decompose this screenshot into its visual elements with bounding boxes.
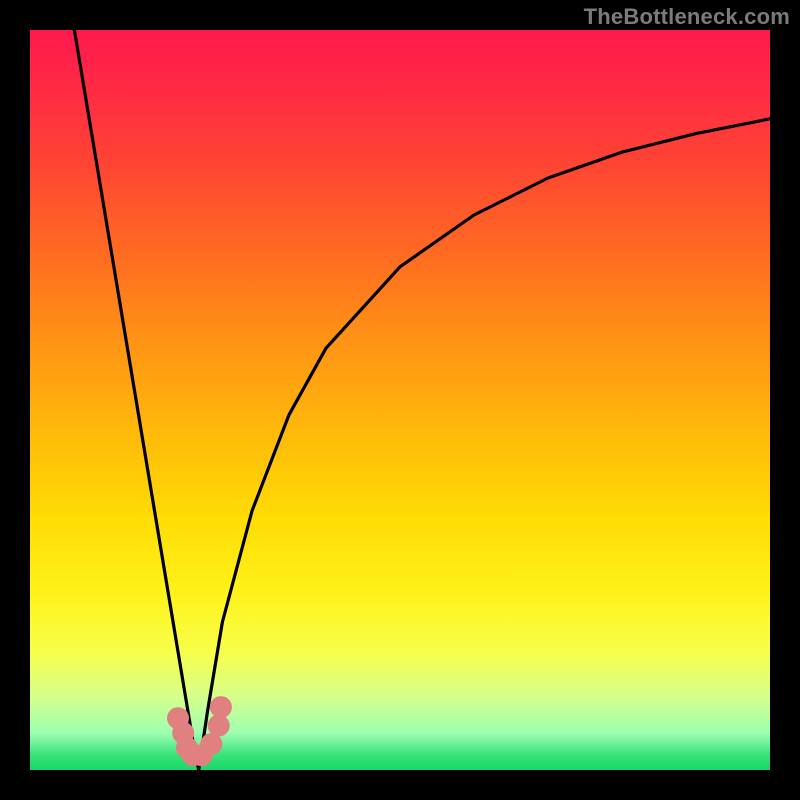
watermark-text: TheBottleneck.com [584,4,790,30]
curve-right-branch [199,119,770,770]
curve-left-branch [74,30,198,770]
bottleneck-curve [30,30,770,770]
marker-point-6 [208,715,230,737]
marker-point-7 [210,696,232,718]
plot-area [30,30,770,770]
chart-frame: TheBottleneck.com [0,0,800,800]
